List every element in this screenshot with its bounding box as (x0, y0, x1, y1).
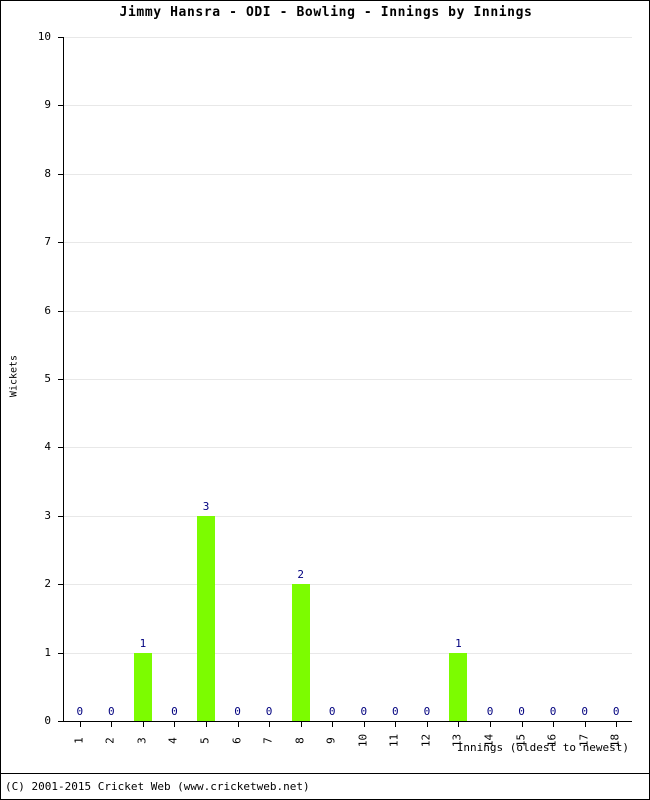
x-axis-title: Innings (oldest to newest) (456, 741, 629, 754)
chart-page: Jimmy Hansra - ODI - Bowling - Innings b… (0, 0, 650, 800)
bar (133, 652, 152, 721)
gridline (64, 379, 632, 380)
bar-value-label: 0 (581, 705, 588, 718)
x-tick-mark (79, 721, 81, 727)
plot-area: 0 0 1 0 3 0 0 2 0 0 0 0 1 0 0 0 0 0 (58, 37, 632, 727)
y-tick-mark (58, 379, 64, 380)
bar-value-label: 0 (392, 705, 399, 718)
y-tick-label: 1 (44, 645, 51, 659)
y-tick-mark (58, 652, 64, 654)
bar-value-label: 2 (297, 568, 304, 582)
x-tick-mark (490, 721, 491, 727)
x-tick-mark (395, 721, 397, 727)
y-tick-label: 5 (44, 372, 51, 385)
bar-value-label: 1 (139, 636, 147, 650)
x-tick-mark (584, 721, 586, 727)
x-tick-mark (553, 721, 555, 727)
x-tick-label: 10 (356, 733, 370, 748)
y-tick-label: 9 (44, 98, 51, 112)
gridline (64, 310, 632, 312)
gridline (64, 447, 632, 449)
bar-value-label: 0 (234, 705, 241, 718)
bar-value-label: 0 (360, 705, 368, 718)
y-tick-label: 7 (44, 235, 51, 249)
bar-value-label: 0 (486, 705, 494, 718)
x-tick-mark (174, 721, 176, 727)
bar-value-label: 0 (265, 705, 273, 718)
bar-value-label: 0 (171, 705, 178, 718)
x-tick-mark (300, 721, 302, 727)
copyright-notice: (C) 2001-2015 Cricket Web (www.cricketwe… (5, 780, 310, 793)
gridline (64, 515, 632, 517)
y-tick-mark (58, 105, 64, 107)
x-tick-label: 1 (72, 737, 86, 744)
x-tick-label: 12 (419, 733, 433, 748)
bar-value-label: 1 (455, 636, 462, 650)
gridline (64, 173, 632, 175)
x-tick-mark (616, 721, 618, 727)
bar (291, 584, 310, 721)
bar-value-label: 0 (612, 705, 620, 718)
x-tick-mark (269, 721, 271, 727)
page-title: Jimmy Hansra - ODI - Bowling - Innings b… (119, 5, 533, 20)
x-tick-mark (142, 721, 144, 727)
gridline (64, 242, 632, 244)
y-tick-mark (58, 515, 64, 517)
bar-value-label: 0 (108, 705, 115, 718)
gridline (64, 105, 632, 107)
x-tick-label: 6 (230, 737, 244, 744)
bar-value-label: 0 (518, 705, 525, 718)
y-tick-label: 2 (44, 577, 51, 591)
gridline (64, 584, 632, 586)
x-tick-mark (206, 721, 207, 727)
bar-value-label: 3 (202, 499, 210, 513)
x-tick-mark (363, 721, 365, 727)
y-tick-label: 4 (44, 440, 51, 454)
y-tick-mark (58, 584, 64, 586)
y-tick-mark (58, 447, 64, 449)
x-tick-label: 9 (324, 737, 338, 744)
bar-value-label: 0 (328, 705, 336, 718)
x-tick-label: 7 (261, 737, 275, 744)
x-tick-label: 3 (135, 737, 149, 744)
bar-value-label: 0 (549, 705, 557, 718)
y-tick-label: 6 (44, 303, 51, 317)
x-tick-mark (111, 721, 113, 727)
y-tick-label: 8 (44, 166, 51, 180)
y-tick-mark (58, 310, 64, 312)
x-tick-label: 2 (103, 737, 117, 744)
y-tick-mark (58, 721, 64, 722)
x-tick-mark (426, 721, 428, 727)
x-tick-mark (458, 721, 460, 727)
y-tick-label: 3 (44, 508, 51, 522)
x-tick-label: 4 (166, 737, 180, 744)
x-tick-label: 8 (293, 737, 307, 744)
y-tick-mark (58, 37, 64, 38)
x-tick-label: 11 (387, 733, 401, 748)
x-tick-mark (237, 721, 239, 727)
footer-divider (1, 773, 649, 774)
bar-value-label: 0 (76, 705, 84, 718)
y-tick-mark (58, 242, 64, 244)
y-tick-mark (58, 173, 64, 175)
gridline (64, 37, 632, 38)
bar (449, 652, 468, 721)
y-tick-label: 10 (37, 30, 51, 43)
x-tick-label: 5 (198, 737, 212, 744)
x-tick-mark (521, 721, 523, 727)
bar (197, 515, 215, 721)
bar-value-label: 0 (423, 705, 431, 718)
y-tick-label: 0 (44, 714, 51, 727)
x-tick-mark (332, 721, 334, 727)
